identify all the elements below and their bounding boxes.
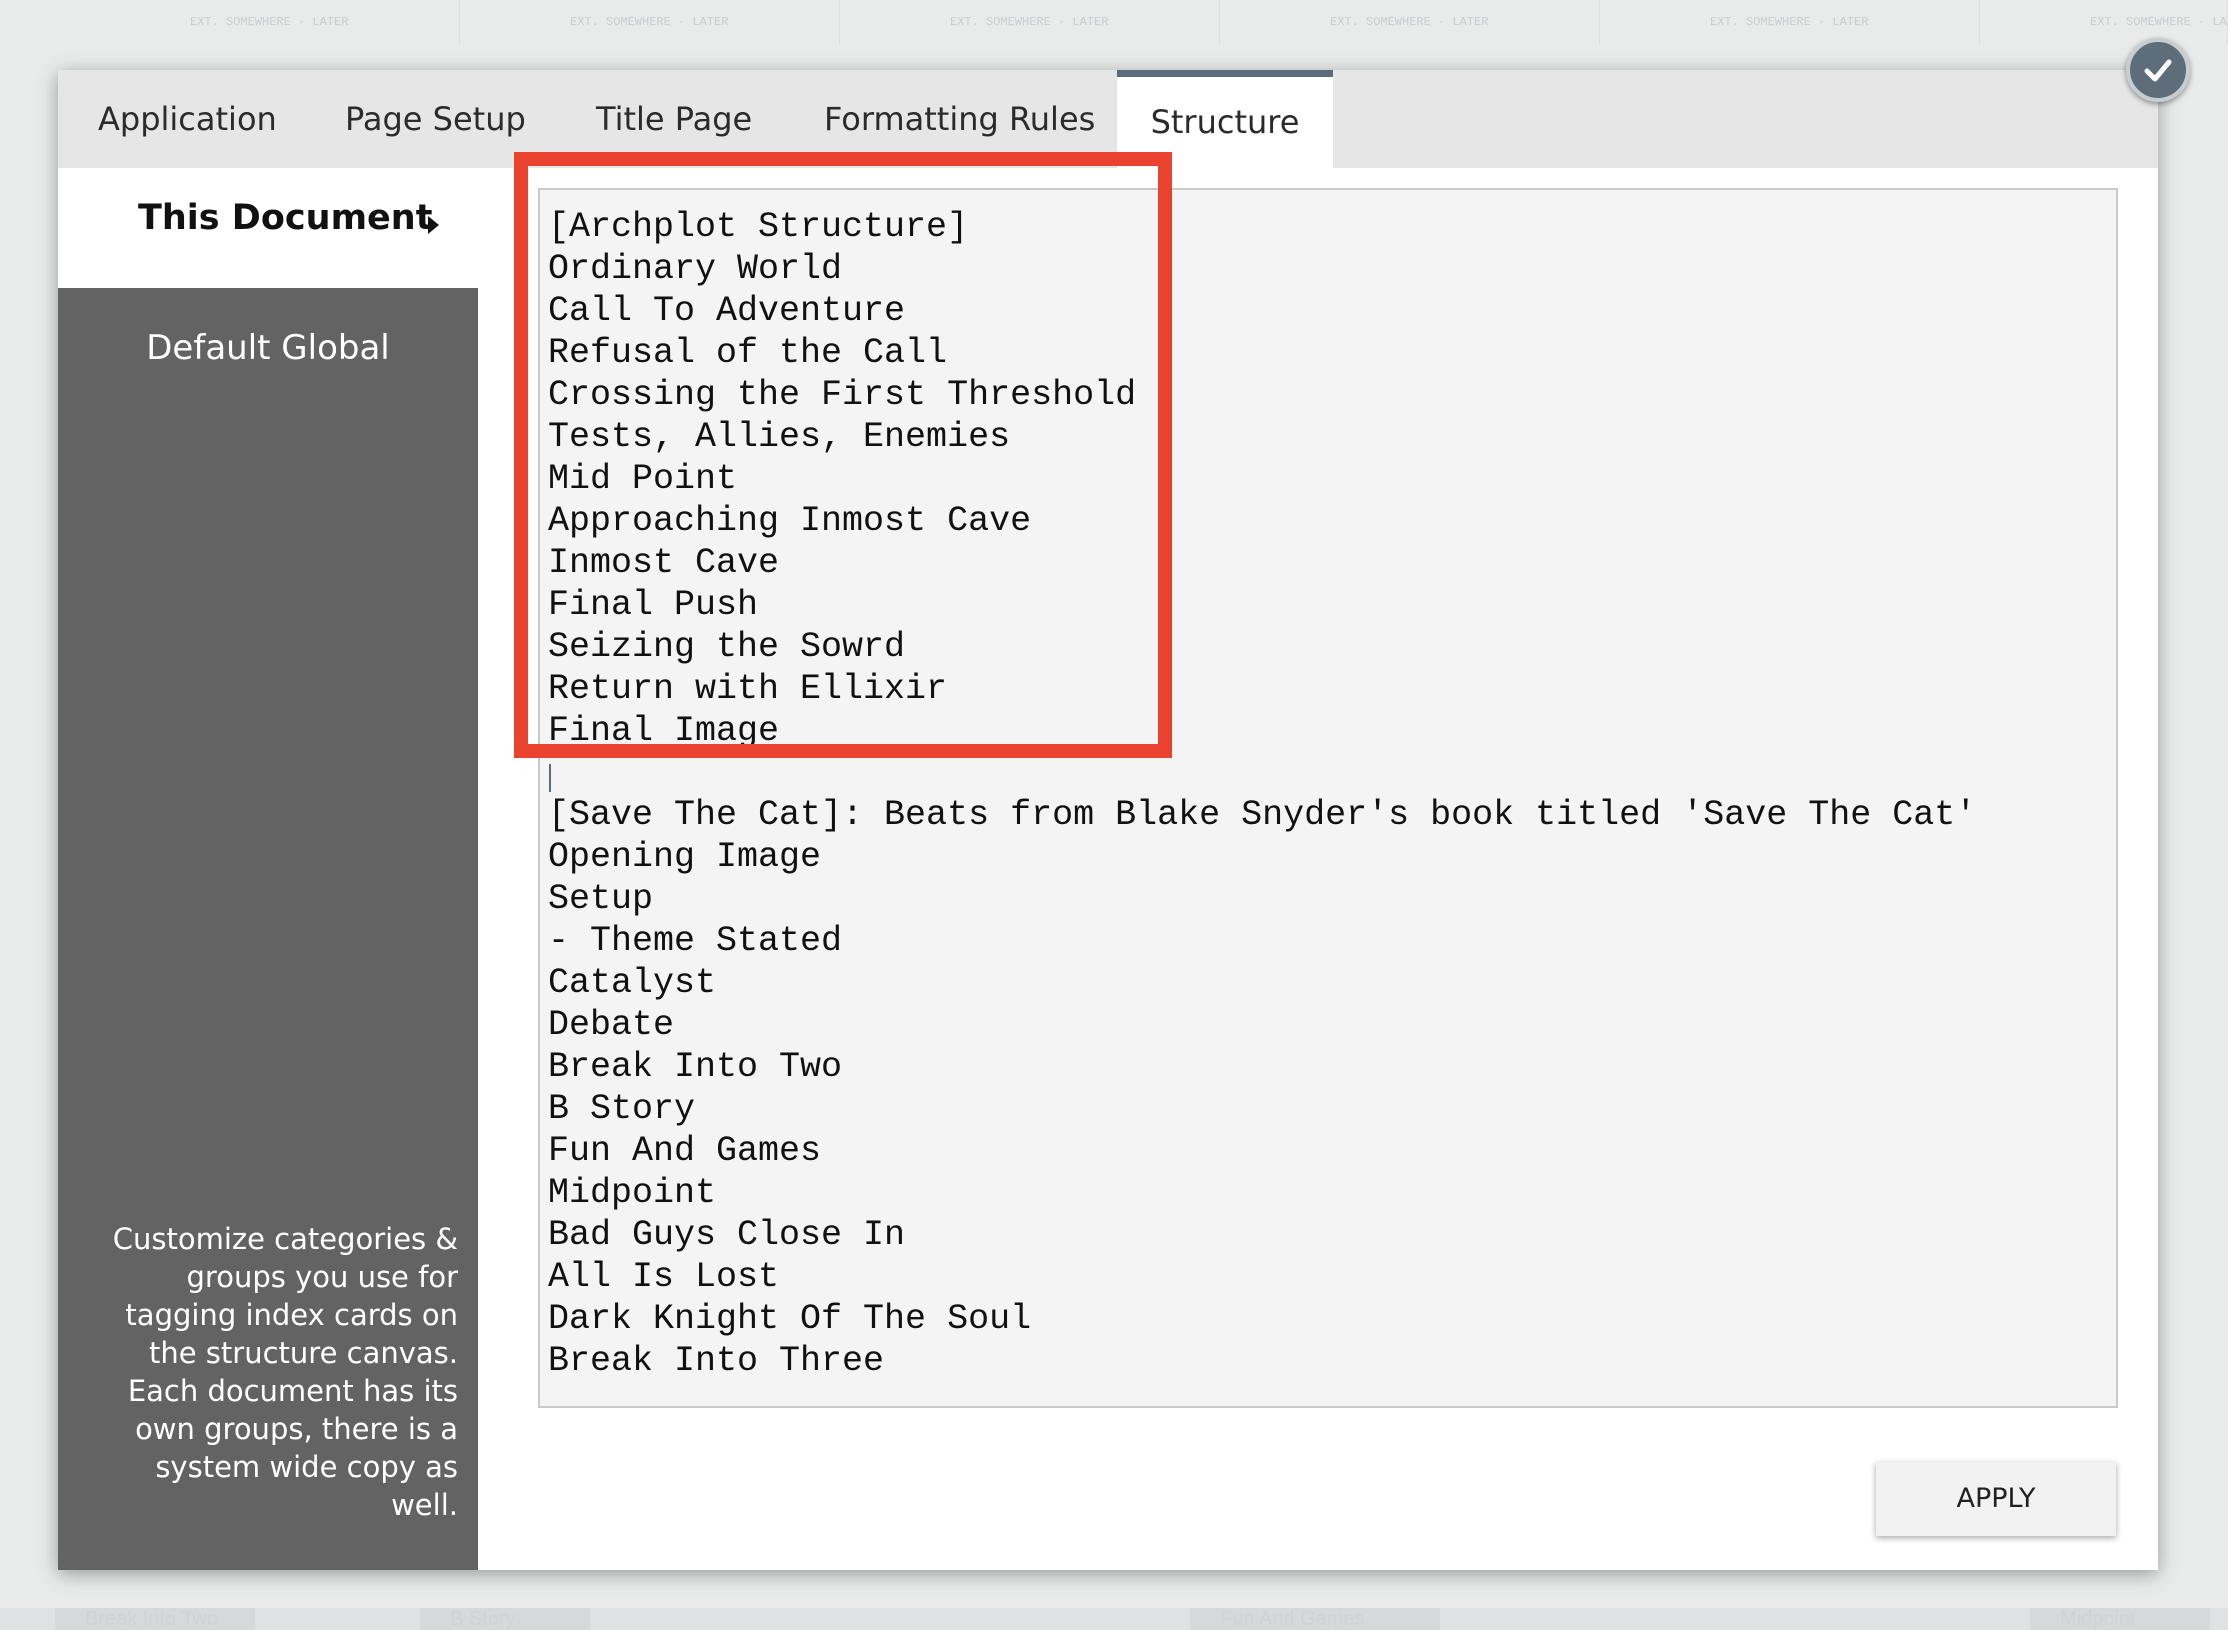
editor-line: Return with Ellixir xyxy=(548,669,948,709)
sidebar: Default Global Customize categories & gr… xyxy=(58,288,478,1570)
background-bottom-item: Midpoint xyxy=(2030,1608,2210,1630)
background-bottom-item: Break Into Two xyxy=(55,1608,255,1630)
editor-line: Mid Point xyxy=(548,459,738,499)
background-card: EXT. SOMEWHERE - LATER xyxy=(480,0,840,44)
editor-line: Debate xyxy=(548,1005,675,1045)
editor-line: Opening Image xyxy=(548,837,822,877)
background-card: EXT. SOMEWHERE - LATER xyxy=(1240,0,1600,44)
tab-formatting-rules[interactable]: Formatting Rules xyxy=(824,70,1095,168)
background-bottom-item: Fun And Games xyxy=(1190,1608,1440,1630)
editor-line: Dark Knight Of The Soul xyxy=(548,1299,1032,1339)
background-bottom-bar: Break Into Two B Story Fun And Games Mid… xyxy=(0,1608,2228,1630)
background-card: EXT. SOMEWHERE - LATER xyxy=(1620,0,1980,44)
editor-line: Inmost Cave xyxy=(548,543,780,583)
editor-line: Midpoint xyxy=(548,1173,717,1213)
editor-line: Seizing the Sowrd xyxy=(548,627,906,667)
editor-line: Call To Adventure xyxy=(548,291,906,331)
text-cursor xyxy=(549,764,551,792)
editor-line: Final Image xyxy=(548,711,780,751)
apply-button[interactable]: APPLY xyxy=(1876,1462,2116,1536)
editor-line: Crossing the First Threshold xyxy=(548,375,1137,415)
sidebar-header: This Document xyxy=(58,168,478,288)
editor-line: Final Push xyxy=(548,585,759,625)
settings-dialog: Application Page Setup Title Page Format… xyxy=(58,70,2158,1570)
editor-line: Bad Guys Close In xyxy=(548,1215,906,1255)
sidebar-item-this-document[interactable]: This Document xyxy=(138,198,432,238)
editor-line: Ordinary World xyxy=(548,249,843,289)
editor-line: Approaching Inmost Cave xyxy=(548,501,1032,541)
structure-text-editor[interactable]: [Archplot Structure] Ordinary World Call… xyxy=(538,188,2118,1408)
editor-line: - Theme Stated xyxy=(548,921,843,961)
confirm-button[interactable] xyxy=(2126,38,2190,102)
editor-line: [Save The Cat]: Beats from Blake Snyder'… xyxy=(548,795,1977,835)
editor-line: Tests, Allies, Enemies xyxy=(548,417,1011,457)
editor-line: Break Into Two xyxy=(548,1047,843,1087)
tab-page-setup[interactable]: Page Setup xyxy=(345,70,526,168)
tab-bar: Application Page Setup Title Page Format… xyxy=(58,70,2158,168)
sidebar-help-text: Customize categories & groups you use fo… xyxy=(112,1222,458,1522)
background-bottom-item: B Story xyxy=(420,1608,590,1630)
editor-lines: [Archplot Structure] Ordinary World Call… xyxy=(548,206,1976,1382)
editor-line: Break Into Three xyxy=(548,1341,885,1381)
editor-line: [Archplot Structure] xyxy=(548,207,969,247)
editor-line: Catalyst xyxy=(548,963,717,1003)
editor-line: Refusal of the Call xyxy=(548,333,948,373)
tab-title-page[interactable]: Title Page xyxy=(596,70,752,168)
tab-application[interactable]: Application xyxy=(98,70,277,168)
editor-line xyxy=(548,752,1976,794)
caret-right-icon xyxy=(428,216,439,234)
background-card: EXT. SOMEWHERE - LATER xyxy=(100,0,460,44)
sidebar-item-default-global[interactable]: Default Global xyxy=(58,328,478,368)
background-card: EXT. SOMEWHERE - LATER xyxy=(860,0,1220,44)
editor-line: Fun And Games xyxy=(548,1131,822,1171)
background-card: EXT. SOMEWHERE - LATER xyxy=(2000,0,2228,44)
editor-line: Setup xyxy=(548,879,654,919)
tab-structure[interactable]: Structure xyxy=(1117,70,1333,168)
check-icon xyxy=(2144,59,2172,82)
editor-line: All Is Lost xyxy=(548,1257,780,1297)
editor-line: B Story xyxy=(548,1089,696,1129)
